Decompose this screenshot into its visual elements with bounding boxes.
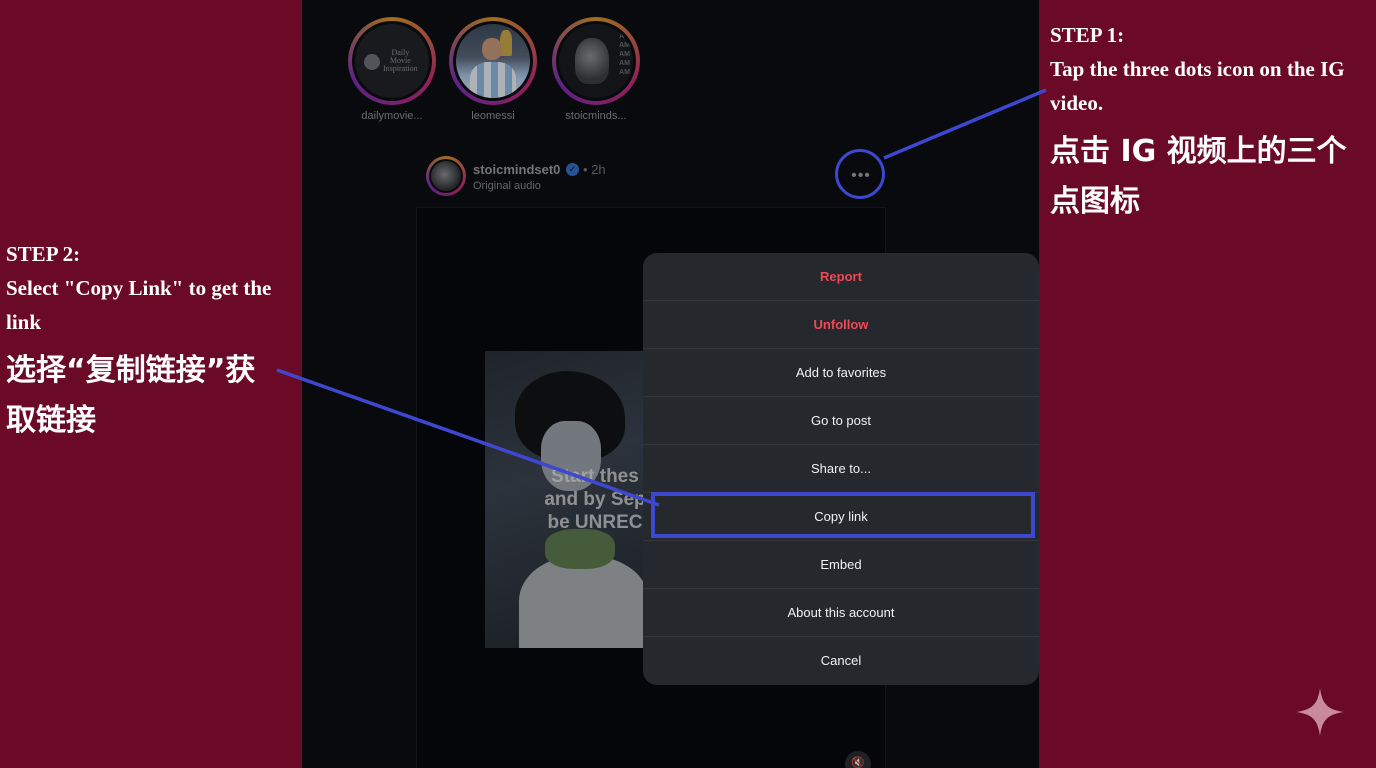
post-options-menu: Report Unfollow Add to favorites Go to p… (643, 253, 1039, 685)
logo-text: AM AM AM AM AM (619, 33, 630, 76)
avatar: AM AM AM AM AM (559, 24, 633, 98)
step1-cn-text: 点击 IG 视频上的三个点图标 (1050, 134, 1347, 219)
post-avatar[interactable] (426, 156, 466, 196)
story-ring: AM AM AM AM AM (552, 17, 640, 105)
verified-icon: ✓ (566, 163, 579, 176)
story-label: dailymovie... (361, 110, 423, 122)
video-caption: Start thes and by Sep be UNREC (544, 466, 646, 533)
story-label: stoicminds... (565, 110, 627, 122)
sparkle-icon (1296, 688, 1344, 736)
post-username[interactable]: stoicmindset0 (473, 162, 560, 177)
story-label: leomessi (471, 110, 515, 122)
step1-text: Tap the three dots icon on the IG video. (1050, 57, 1345, 115)
post-time: • 2h (583, 162, 606, 177)
step2-title: STEP 2: (6, 242, 81, 266)
menu-item-about-account[interactable]: About this account (643, 589, 1039, 637)
menu-item-cancel[interactable]: Cancel (643, 637, 1039, 685)
story-ring (449, 17, 537, 105)
logo-text: Daily Movie Inspiration (383, 48, 418, 73)
avatar: Daily Movie Inspiration (355, 24, 429, 98)
menu-item-embed[interactable]: Embed (643, 541, 1039, 589)
menu-item-report[interactable]: Report (643, 253, 1039, 301)
step2-cn-text: 选择“复制链接”获取链接 (6, 353, 256, 438)
menu-item-unfollow[interactable]: Unfollow (643, 301, 1039, 349)
story-stoicminds[interactable]: AM AM AM AM AM stoicminds... (548, 17, 644, 122)
step2-text: Select "Copy Link" to get the link (6, 276, 272, 334)
movie-logo-icon (364, 54, 380, 70)
story-ring: Daily Movie Inspiration (348, 17, 436, 105)
story-dailymovie[interactable]: Daily Movie Inspiration dailymovie... (344, 17, 440, 122)
avatar (456, 24, 530, 98)
menu-item-share-to[interactable]: Share to... (643, 445, 1039, 493)
story-leomessi[interactable]: leomessi (445, 17, 541, 122)
step1-title: STEP 1: (1050, 23, 1125, 47)
post-audio[interactable]: Original audio (473, 180, 541, 192)
highlight-copy-link (651, 492, 1035, 538)
menu-item-add-to-favorites[interactable]: Add to favorites (643, 349, 1039, 397)
menu-item-go-to-post[interactable]: Go to post (643, 397, 1039, 445)
highlight-more-button (835, 149, 885, 199)
